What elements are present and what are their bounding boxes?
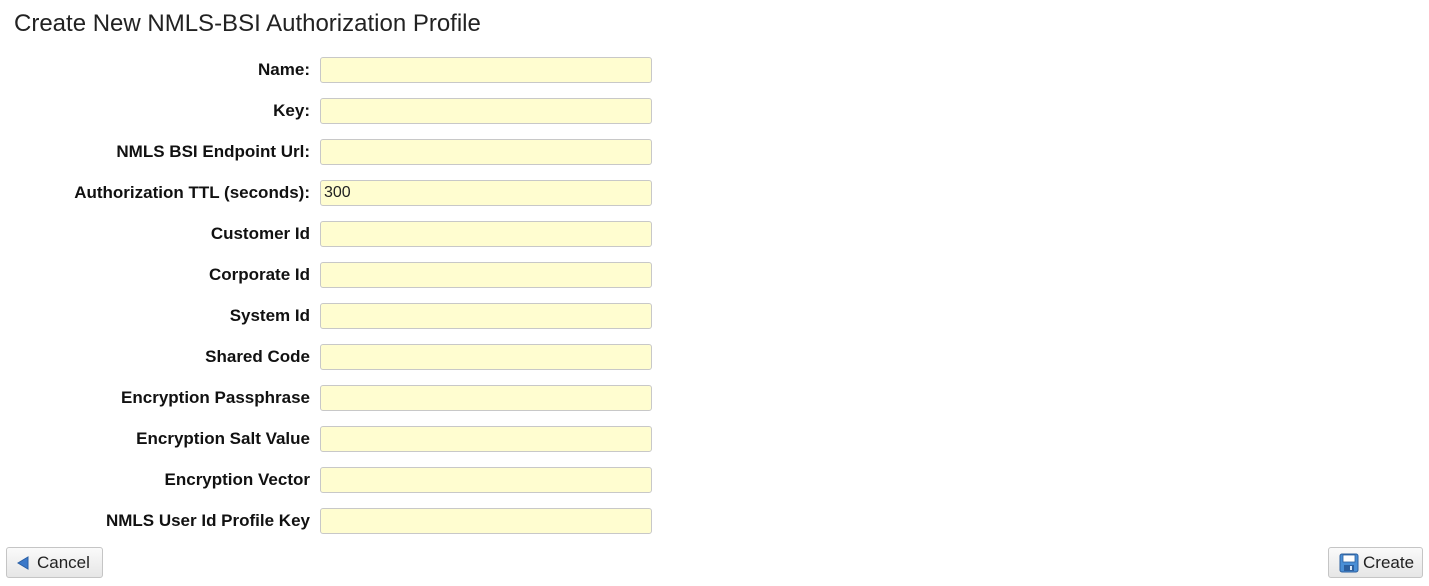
form-row-key: Key: bbox=[0, 98, 700, 139]
corporate-id-label: Corporate Id bbox=[208, 265, 310, 284]
name-input[interactable] bbox=[320, 57, 652, 83]
form-row-authorization-ttl: Authorization TTL (seconds): bbox=[0, 180, 700, 221]
cancel-button-label: Cancel bbox=[37, 552, 90, 572]
customer-id-input[interactable] bbox=[320, 221, 652, 247]
form-row-endpoint-url: NMLS BSI Endpoint Url: bbox=[0, 139, 700, 180]
save-icon bbox=[1339, 553, 1359, 573]
shared-code-label: Shared Code bbox=[205, 347, 310, 366]
arrow-left-icon bbox=[17, 555, 29, 570]
nmls-user-id-profile-key-input[interactable] bbox=[320, 508, 652, 534]
form-row-name: Name: bbox=[0, 57, 700, 98]
corporate-id-input[interactable] bbox=[320, 262, 652, 288]
form-row-shared-code: Shared Code bbox=[0, 344, 700, 385]
page-title: Create New NMLS-BSI Authorization Profil… bbox=[14, 10, 481, 37]
create-button[interactable]: Create bbox=[1328, 547, 1423, 578]
endpoint-url-input[interactable] bbox=[320, 139, 652, 165]
customer-id-label: Customer Id bbox=[210, 224, 310, 243]
encryption-vector-input[interactable] bbox=[320, 467, 652, 493]
system-id-label: System Id bbox=[229, 306, 310, 325]
form-row-encryption-vector: Encryption Vector bbox=[0, 467, 700, 508]
form-row-encryption-passphrase: Encryption Passphrase bbox=[0, 385, 700, 426]
endpoint-url-label: NMLS BSI Endpoint Url: bbox=[116, 142, 310, 161]
create-button-label: Create bbox=[1363, 552, 1415, 572]
cancel-button[interactable]: Cancel bbox=[6, 547, 103, 578]
encryption-vector-label: Encryption Vector bbox=[164, 470, 310, 489]
encryption-passphrase-input[interactable] bbox=[320, 385, 652, 411]
form-row-customer-id: Customer Id bbox=[0, 221, 700, 262]
authorization-ttl-input[interactable] bbox=[320, 180, 652, 206]
form-row-system-id: System Id bbox=[0, 303, 700, 344]
authorization-ttl-label: Authorization TTL (seconds): bbox=[74, 183, 310, 202]
name-label: Name: bbox=[258, 60, 310, 79]
shared-code-input[interactable] bbox=[320, 344, 652, 370]
encryption-salt-value-input[interactable] bbox=[320, 426, 652, 452]
system-id-input[interactable] bbox=[320, 303, 652, 329]
form-row-encryption-salt-value: Encryption Salt Value bbox=[0, 426, 700, 467]
encryption-salt-value-label: Encryption Salt Value bbox=[136, 429, 310, 448]
profile-form: Name: Key: NMLS BSI Endpoint Url: Author… bbox=[0, 57, 700, 549]
form-row-nmls-user-id-profile-key: NMLS User Id Profile Key bbox=[0, 508, 700, 549]
form-row-corporate-id: Corporate Id bbox=[0, 262, 700, 303]
encryption-passphrase-label: Encryption Passphrase bbox=[121, 388, 310, 407]
key-input[interactable] bbox=[320, 98, 652, 124]
nmls-user-id-profile-key-label: NMLS User Id Profile Key bbox=[105, 511, 310, 530]
key-label: Key: bbox=[273, 101, 310, 120]
